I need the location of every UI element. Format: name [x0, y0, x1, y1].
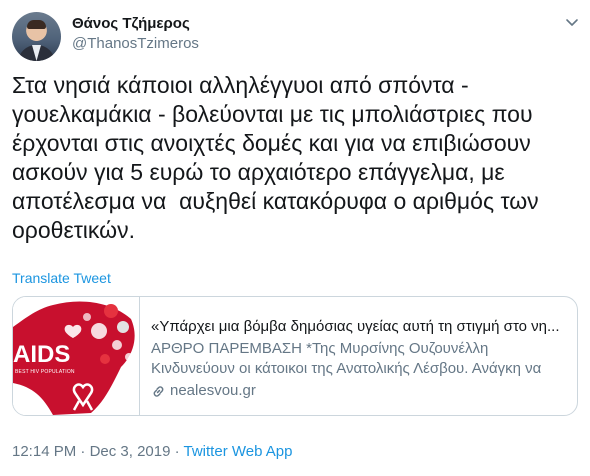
tweet: Θάνος Τζήμερος @ThanosTzimeros Στα νησιά…: [0, 0, 590, 476]
card-title: «Υπάρχει μια βόμβα δημόσιας υγείας αυτή …: [151, 318, 560, 335]
link-card[interactable]: AIDS BEST HIV POPULATION «Υπάρχει μια βό…: [12, 296, 578, 416]
meta-separator: ·: [170, 443, 184, 460]
meta-separator: ·: [76, 443, 90, 460]
card-domain: nealesvou.gr: [151, 381, 571, 401]
author-handle[interactable]: @ThanosTzimeros: [72, 35, 199, 52]
tweet-source[interactable]: Twitter Web App: [184, 443, 293, 460]
chevron-down-icon[interactable]: [564, 14, 580, 30]
thumbnail-subtext: BEST HIV POPULATION: [15, 369, 75, 375]
tweet-date[interactable]: Dec 3, 2019: [90, 443, 171, 460]
link-icon: [153, 385, 164, 397]
avatar-hair: [27, 20, 46, 29]
translate-tweet-link[interactable]: Translate Tweet: [12, 270, 111, 286]
avatar[interactable]: [12, 12, 61, 61]
tweet-time[interactable]: 12:14 PM: [12, 443, 76, 460]
card-body: «Υπάρχει μια βόμβα δημόσιας υγείας αυτή …: [151, 317, 571, 401]
card-domain-text: nealesvou.gr: [170, 382, 256, 399]
thumbnail-aids-text: AIDS: [13, 341, 71, 368]
card-description: ΑΡΘΡΟ ΠΑΡΕΜΒΑΣΗ *Της Μυρσίνης Ουζουνέλλη…: [151, 340, 542, 377]
card-thumbnail: AIDS BEST HIV POPULATION: [13, 297, 140, 415]
author-name[interactable]: Θάνος Τζήμερος: [72, 15, 190, 32]
tweet-text: Στα νησιά κάποιοι αλληλέγγυοι από σπόντα…: [12, 72, 539, 243]
tweet-meta: 12:14 PM · Dec 3, 2019 · Twitter Web App: [12, 443, 292, 460]
